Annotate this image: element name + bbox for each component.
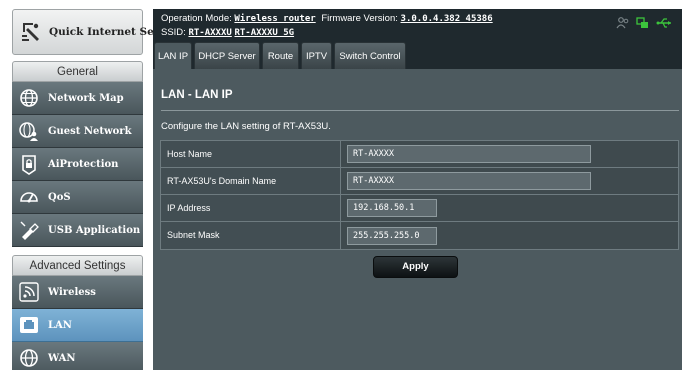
quick-internet-setup-button[interactable]: Quick Internet Setup — [12, 9, 174, 55]
page-description: Configure the LAN setting of RT-AX53U. — [161, 121, 331, 132]
globe-icon — [18, 347, 40, 369]
sidebar-item-usb-application[interactable]: USB Application — [12, 214, 143, 247]
sidebar-item-label: Network Map — [48, 92, 124, 104]
globe-icon — [18, 87, 40, 109]
ip-address-label: IP Address — [161, 195, 341, 221]
firmware-label: Firmware Version: — [321, 13, 398, 24]
ssid-label: SSID: — [161, 27, 186, 38]
sidebar-item-qos[interactable]: QoS — [12, 181, 143, 214]
status-icons — [616, 16, 672, 33]
status-header: Operation Mode: Wireless router Firmware… — [153, 9, 682, 41]
sidebar-item-label: LAN — [48, 319, 72, 331]
subnet-mask-label: Subnet Mask — [161, 222, 341, 249]
page-title: LAN - LAN IP — [161, 89, 233, 101]
sidebar-item-network-map[interactable]: Network Map — [12, 82, 143, 115]
form-row-subnet-mask: Subnet Mask 255.255.255.0 — [161, 222, 678, 249]
general-heading: General — [12, 61, 143, 82]
advanced-settings-heading: Advanced Settings — [12, 255, 143, 276]
form-row-host-name: Host Name RT-AXXXX — [161, 141, 678, 168]
subnet-mask-input[interactable]: 255.255.255.0 — [347, 226, 437, 245]
tab-switch-control[interactable]: Switch Control — [334, 42, 406, 69]
sidebar-item-label: USB Application — [48, 224, 141, 236]
form-row-domain-name: RT-AX53U's Domain Name RT-AXXXX — [161, 168, 678, 195]
sidebar-item-label: WAN — [48, 352, 76, 364]
sidebar-item-label: QoS — [48, 191, 71, 203]
tab-dhcp-server[interactable]: DHCP Server — [194, 42, 260, 69]
sidebar-item-wan[interactable]: WAN — [12, 342, 143, 370]
sidebar-item-label: Guest Network — [48, 125, 132, 137]
operation-mode-row: Operation Mode: Wireless router Firmware… — [161, 13, 493, 24]
sidebar-item-label: Wireless — [48, 286, 96, 298]
speedometer-icon — [18, 186, 40, 208]
network-status-icon[interactable] — [636, 16, 650, 33]
operation-mode-label: Operation Mode: — [161, 13, 232, 24]
ip-address-input[interactable]: 192.168.50.1 — [347, 199, 437, 217]
wifi-icon — [18, 281, 40, 303]
sidebar-item-aiprotection[interactable]: AiProtection — [12, 148, 143, 181]
lan-ip-form: Host Name RT-AXXXX RT-AX53U's Domain Nam… — [160, 140, 679, 250]
wizard-icon — [19, 20, 43, 44]
lan-icon — [18, 314, 40, 336]
sidebar: Quick Internet Setup General Network Map… — [12, 9, 174, 370]
usb-status-icon[interactable] — [656, 16, 672, 33]
clients-icon[interactable] — [616, 16, 630, 33]
operation-mode-link[interactable]: Wireless router — [234, 14, 315, 24]
sidebar-item-wireless[interactable]: Wireless — [12, 276, 143, 309]
host-name-input[interactable]: RT-AXXXX — [347, 145, 591, 163]
host-name-label: Host Name — [161, 141, 341, 167]
usb-icon — [18, 219, 40, 241]
tab-route[interactable]: Route — [262, 42, 299, 69]
ssid-2g-link[interactable]: RT-AXXXU — [188, 28, 231, 38]
ssid-row: SSID: RT-AXXXU RT-AXXXU_5G — [161, 27, 294, 38]
tab-iptv[interactable]: IPTV — [301, 42, 332, 69]
sidebar-item-guest-network[interactable]: Guest Network — [12, 115, 143, 148]
apply-button[interactable]: Apply — [373, 256, 458, 278]
divider — [161, 110, 679, 111]
main-content: LAN - LAN IP Configure the LAN setting o… — [153, 69, 682, 370]
form-row-ip-address: IP Address 192.168.50.1 — [161, 195, 678, 222]
ssid-5g-link[interactable]: RT-AXXXU_5G — [234, 28, 294, 38]
sidebar-item-label: AiProtection — [48, 158, 119, 170]
domain-name-input[interactable]: RT-AXXXX — [347, 172, 591, 190]
domain-name-label: RT-AX53U's Domain Name — [161, 168, 341, 194]
firmware-version-link[interactable]: 3.0.0.4.382_45386 — [401, 14, 493, 24]
tab-bar: LAN IP DHCP Server Route IPTV Switch Con… — [153, 41, 682, 69]
guest-network-icon — [18, 120, 40, 142]
sidebar-item-lan[interactable]: LAN — [12, 309, 143, 342]
tab-lan-ip[interactable]: LAN IP — [154, 42, 192, 69]
lock-icon — [18, 153, 40, 175]
